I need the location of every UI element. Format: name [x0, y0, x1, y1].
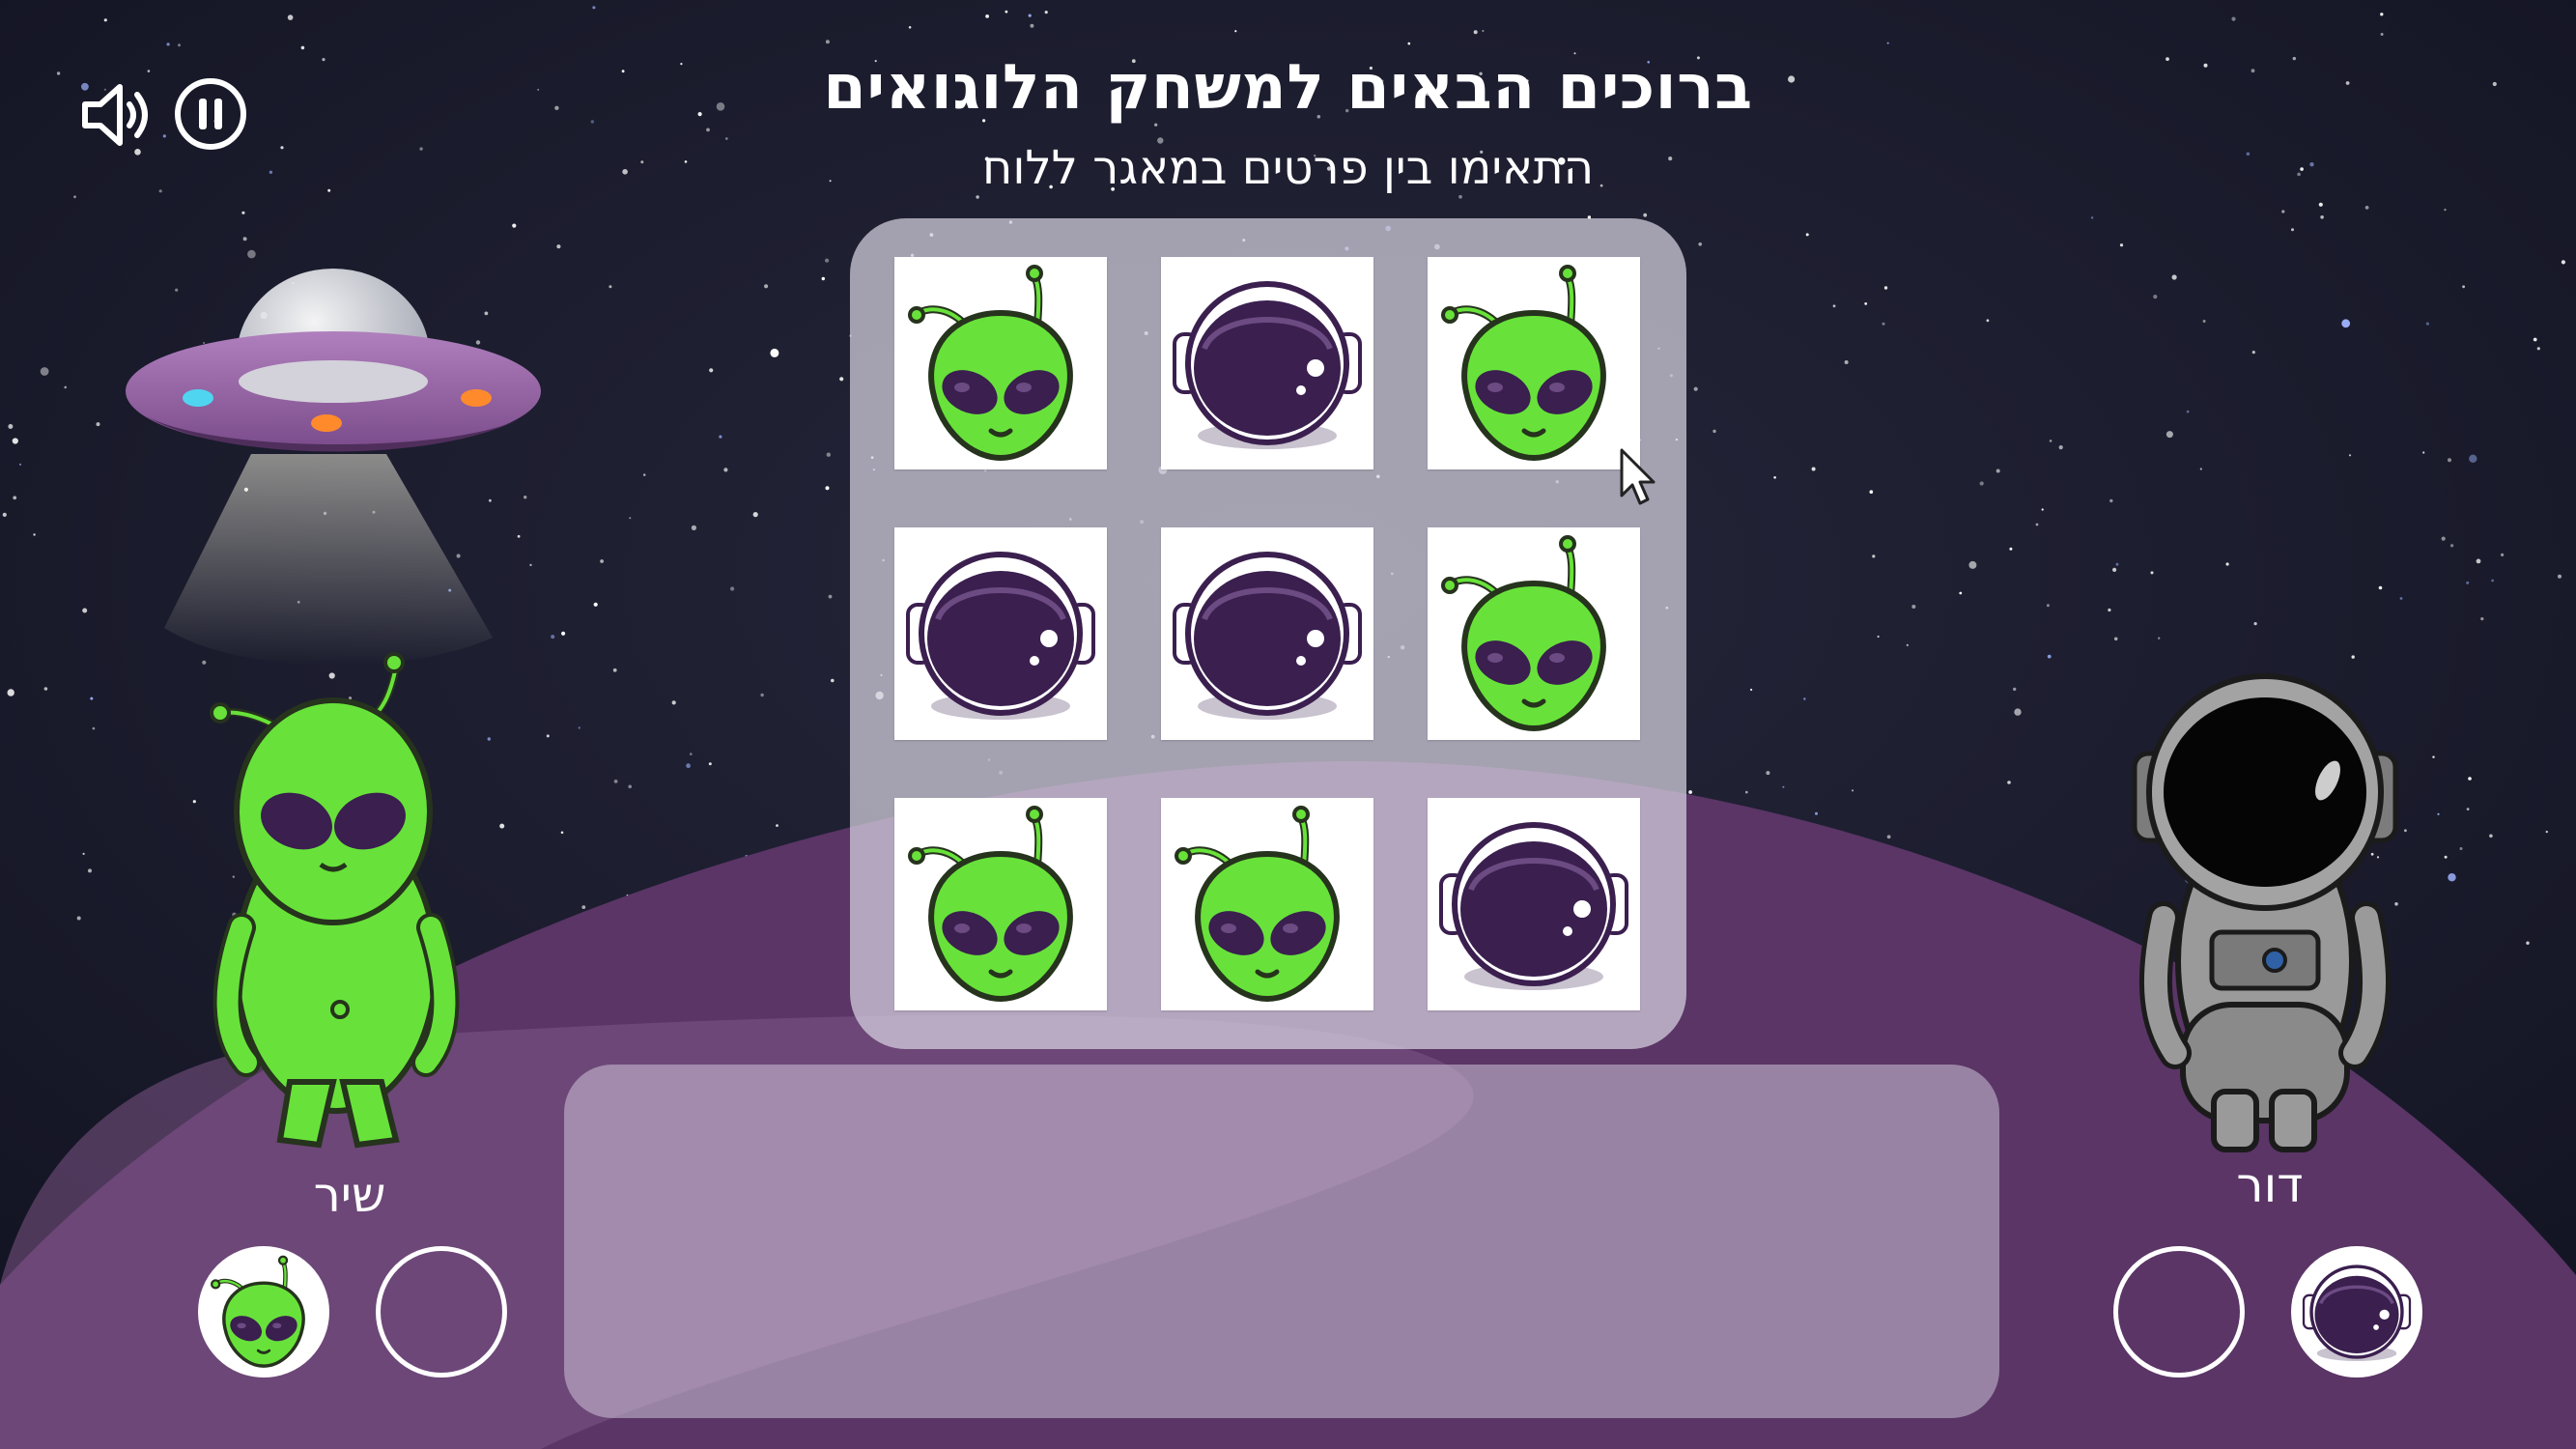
board-card-8[interactable] — [1161, 798, 1373, 1010]
drop-zone[interactable] — [564, 1065, 1999, 1418]
player-name-right: דור — [2236, 1157, 2304, 1213]
page-subtitle: התאימו בין פרטים במאגר ללוח — [981, 141, 1595, 195]
board-card-6[interactable] — [1428, 527, 1640, 740]
alien-icon — [211, 1255, 305, 1368]
board-card-2[interactable] — [1161, 257, 1373, 469]
alien-icon — [1175, 806, 1340, 1003]
page-title: ברוכים הבאים למשחק הלוגואים — [823, 52, 1753, 124]
board-card-5[interactable] — [1161, 527, 1373, 740]
mouse-cursor-icon — [1620, 448, 1656, 505]
board-card-9[interactable] — [1428, 798, 1640, 1010]
astronaut-helmet-icon — [906, 552, 1095, 720]
astronaut-helmet-icon — [1173, 552, 1362, 720]
game-board — [850, 218, 1686, 1049]
astronaut-helmet-icon — [1173, 281, 1362, 449]
player-name-left: שיר — [313, 1167, 386, 1223]
board-card-4[interactable] — [894, 527, 1107, 740]
right-slot-1[interactable] — [2113, 1246, 2245, 1378]
board-card-1[interactable] — [894, 257, 1107, 469]
alien-icon — [1441, 535, 1606, 732]
alien-icon — [908, 265, 1073, 462]
board-card-7[interactable] — [894, 798, 1107, 1010]
alien-icon — [1441, 265, 1606, 462]
left-slot-2[interactable] — [376, 1246, 507, 1378]
astronaut-helmet-icon — [2302, 1264, 2412, 1361]
left-slot-1[interactable] — [198, 1246, 329, 1378]
right-slot-2[interactable] — [2291, 1246, 2422, 1378]
astronaut-helmet-icon — [1439, 822, 1628, 990]
board-card-3[interactable] — [1428, 257, 1640, 469]
alien-icon — [908, 806, 1073, 1003]
